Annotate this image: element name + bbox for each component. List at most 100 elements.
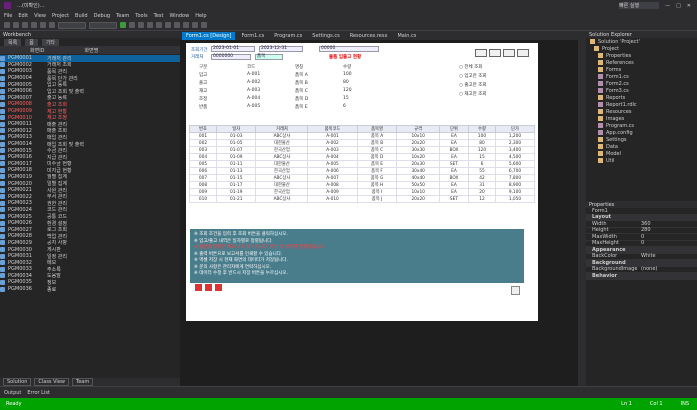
solution-item[interactable]: Model [586,150,697,157]
tree-row[interactable]: PGM0025 공통 코드 [0,213,180,220]
document-tab[interactable]: Settings.cs [308,32,343,40]
solution-item[interactable]: App.config [586,129,697,136]
grid-column-header[interactable]: 단위 [438,125,469,133]
grid-row[interactable]: 004 01-09 ABC상사 A-004 품목 D 10x20 EA 15 4,500 [189,153,536,161]
same-width-icon[interactable] [183,22,189,28]
solution-item[interactable]: Project [586,45,697,52]
tree-row[interactable]: PGM0010 재고 조정 [0,114,180,121]
grid-row[interactable]: 001 01-03 ABC상사 A-001 품목 A 10x10 EA 100 1,200 [189,132,536,140]
menu-item-edit[interactable]: Edit [18,13,28,19]
tree-row[interactable]: PGM0008 출고 조회 [0,101,180,108]
grid-column-header[interactable]: 번호 [189,125,217,133]
menu-item-view[interactable]: View [34,13,46,19]
grid-row[interactable]: 009 01-19 한국산업 A-009 품목 I 10x10 EA 20 9,100 [189,188,536,196]
back-icon[interactable] [4,22,10,28]
tree-row[interactable]: PGM0023 권한 관리 [0,200,180,207]
data-grid[interactable]: 번호 일자 거래처 품목코드 품목명 규격 단위 수량 단가 001 01-03 ABC상사 A-00… [189,125,536,203]
menu-item-help[interactable]: Help [195,13,206,19]
tree-row[interactable]: PGM0032 메모 [0,259,180,266]
tab-error-list[interactable]: Error List [27,390,50,396]
tab-team[interactable]: Team [71,378,94,386]
menu-item-team[interactable]: Team [116,13,129,19]
grid-row[interactable]: 010 01-21 ABC상사 A-010 품목 J 20x20 SET 12 1,050 [189,195,536,203]
date-from-field[interactable]: 2023-01-01 [211,46,255,52]
tree-row[interactable]: PGM0029 공지 사항 [0,240,180,246]
tree-row[interactable]: PGM0004 품목 단가 관리 [0,75,180,81]
excel-button[interactable] [503,49,515,57]
tree-row[interactable]: PGM0036 종료 [0,286,180,292]
tree-row[interactable]: PGM0034 도움말 [0,273,180,279]
tab-class-view[interactable]: Class View [34,378,69,386]
solution-item[interactable]: Solution 'Project' [586,38,697,45]
start-debug-icon[interactable] [120,22,126,28]
side-option[interactable]: ○ 전체 조회 [459,64,482,70]
grid-row[interactable]: 008 01-17 대한물산 A-008 품목 H 50x50 EA 31 8,900 [189,181,536,189]
menu-item-test[interactable]: Test [154,13,164,19]
solution-item[interactable]: Form3.cs [586,87,697,94]
save-all-icon[interactable] [49,22,55,28]
menu-item-tools[interactable]: Tools [135,13,147,19]
grid-column-header[interactable]: 규격 [396,125,440,133]
save-icon[interactable] [40,22,46,28]
solution-item[interactable]: Util [586,157,697,164]
close-icon[interactable]: ✕ [687,3,691,9]
grid-row[interactable]: 006 01-13 한국산업 A-006 품목 F 30x40 EA 55 6,700 [189,167,536,175]
column-header-name[interactable]: 화면명 [85,47,99,54]
solution-item[interactable]: Images [586,115,697,122]
grid-column-header[interactable]: 단가 [494,125,536,133]
forward-icon[interactable] [13,22,19,28]
solution-item[interactable]: Report1.rdlc [586,101,697,108]
document-tab[interactable]: Resources.resx [346,32,392,40]
tree-row[interactable]: PGM0009 재고 현황 [0,108,180,114]
vendor-search-button[interactable]: 품목 [255,54,283,60]
close-form-button[interactable] [517,49,529,57]
tree-row[interactable]: PGM0033 주소록 [0,266,180,273]
side-option[interactable]: ○ 출고만 조회 [459,82,487,88]
solution-item[interactable]: Form1.cs [586,73,697,80]
solution-item[interactable]: Forms [586,66,697,73]
align-middle-icon[interactable] [165,22,171,28]
document-tab[interactable]: Program.cs [270,32,306,40]
align-top-icon[interactable] [156,22,162,28]
tree-row[interactable]: PGM0021 사원 관리 [0,187,180,193]
tree-row[interactable]: PGM0011 매출 관리 [0,121,180,128]
solution-item[interactable]: Properties [586,52,697,59]
solution-item[interactable]: Settings [586,136,697,143]
grid-row[interactable]: 007 01-15 ABC상사 A-007 품목 G 40x40 BOX 42 7,800 [189,174,536,182]
tree-row[interactable]: PGM0024 코드 관리 [0,207,180,213]
tree-row[interactable]: PGM0003 품목 관리 [0,68,180,75]
menu-item-project[interactable]: Project [52,13,69,19]
solution-item[interactable]: References [586,59,697,66]
tab-other[interactable]: 기타 [41,38,60,46]
tree-row[interactable]: PGM0012 매출 조회 [0,128,180,134]
date-to-field[interactable]: 2023-12-31 [259,46,303,52]
same-size-icon[interactable] [201,22,207,28]
solution-item[interactable]: Resources [586,108,697,115]
configuration-select[interactable] [58,21,86,29]
grid-column-header[interactable]: 수량 [467,125,496,133]
menu-item-file[interactable]: File [4,13,12,19]
tree-row[interactable]: PGM0002 거래처 조회 [0,62,180,68]
grid-row[interactable]: 002 01-05 대한물산 A-002 품목 B 20x20 EA 80 2,300 [189,139,536,147]
tab-list[interactable]: 목록 [4,38,22,46]
solution-item[interactable]: Form2.cs [586,80,697,87]
tab-output[interactable]: Output [4,390,21,396]
tree-row[interactable]: PGM0019 월별 집계 [0,174,180,180]
grid-column-header[interactable]: 일자 [215,125,257,133]
align-bottom-icon[interactable] [174,22,180,28]
minimize-icon[interactable]: — [665,3,670,9]
solution-item[interactable]: Data [586,143,697,150]
quick-launch-input[interactable]: 빠른 실행 [619,2,660,9]
search-button[interactable] [475,49,487,57]
solution-item[interactable]: Reports [586,94,697,101]
menu-item-window[interactable]: Window [169,13,189,19]
printer-icon[interactable] [511,286,520,295]
tab-solution[interactable]: Solution [3,378,32,386]
document-tab[interactable]: Form1.cs [237,32,268,40]
tree-row[interactable]: PGM0005 입고 등록 [0,81,180,88]
tree-row[interactable]: PGM0028 백업 관리 [0,233,180,240]
grid-row[interactable]: 003 01-07 한국산업 A-003 품목 C 30x30 BOX 120 3,400 [189,146,536,154]
maximize-icon[interactable]: □ [676,3,681,9]
solution-item[interactable]: Program.cs [586,122,697,129]
open-icon[interactable] [31,22,37,28]
